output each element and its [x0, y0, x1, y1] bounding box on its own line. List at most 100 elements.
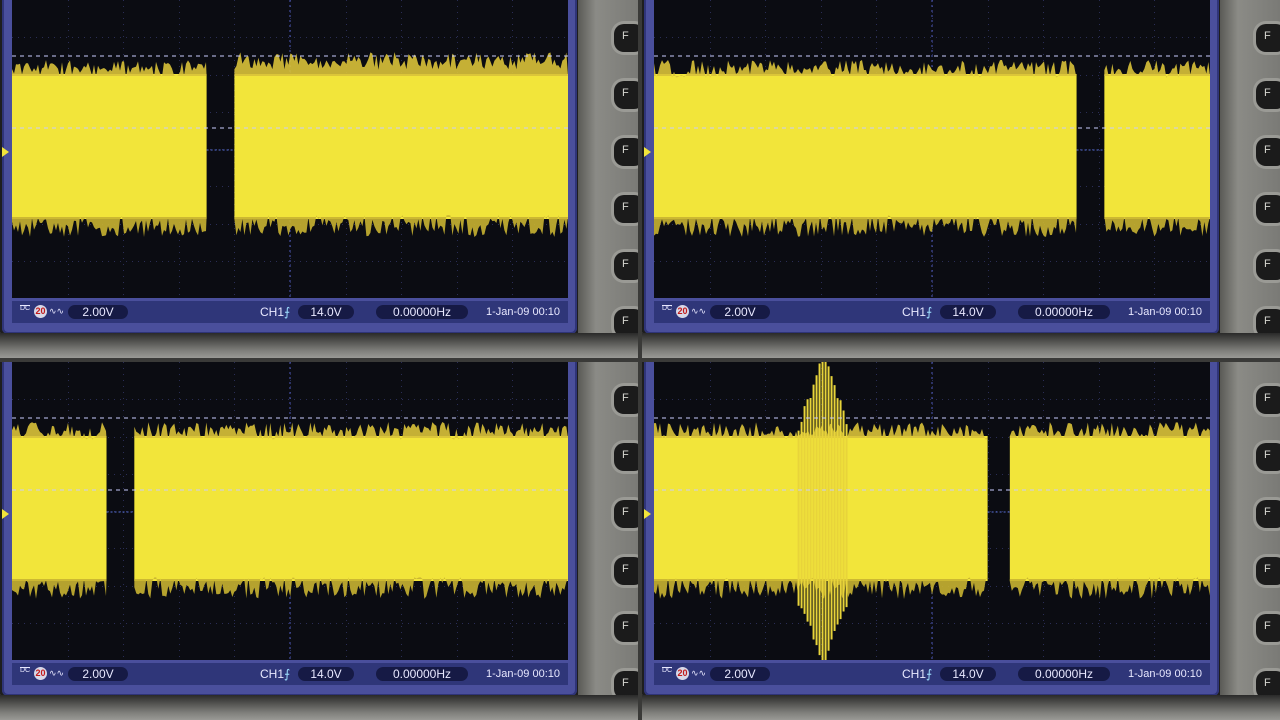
function-button-5[interactable]: F: [1256, 614, 1280, 642]
function-button-label: F: [1264, 87, 1271, 99]
bandwidth-limit-icon: 20: [34, 305, 47, 318]
bandwidth-limit-icon: 20: [34, 667, 47, 680]
trace-fill-segment: [654, 74, 1077, 219]
trace-fill-segment: [12, 436, 107, 581]
function-button-label: F: [622, 392, 629, 404]
channel1-marker-icon[interactable]: [2, 509, 9, 519]
trigger-slope-icon: ⨍: [926, 305, 932, 319]
function-button-1[interactable]: F: [614, 386, 638, 414]
signal-trace: [12, 422, 568, 599]
trace-noise-top: [654, 422, 988, 440]
trace-noise-bottom: [134, 577, 568, 599]
channel1-marker-icon[interactable]: [644, 147, 651, 157]
function-button-4[interactable]: F: [1256, 557, 1280, 585]
function-button-label: F: [622, 30, 629, 42]
trace-fill-segment: [234, 74, 568, 219]
function-button-2[interactable]: F: [1256, 443, 1280, 471]
trace-fill-segment: [654, 436, 988, 581]
function-button-label: F: [622, 201, 629, 213]
bottom-bezel: [0, 333, 638, 358]
trigger-source: CH1: [260, 667, 284, 681]
function-button-label: F: [622, 258, 629, 270]
function-button-3[interactable]: F: [614, 138, 638, 166]
function-button-label: F: [1264, 392, 1271, 404]
trigger-source: CH1: [902, 667, 926, 681]
function-button-label: F: [622, 677, 629, 689]
function-button-2[interactable]: F: [1256, 81, 1280, 109]
frequency-readout: 0.00000Hz: [1018, 667, 1110, 681]
scope-tile-2: DC 20 ∿∿ 2.00V CH1 ⨍ 14.0V 0.00000Hz 1-J…: [642, 0, 1280, 358]
trace-fill-segment: [134, 436, 568, 581]
waveform-screen: [654, 362, 1210, 660]
function-button-5[interactable]: F: [614, 252, 638, 280]
screen-bezel: DC 20 ∿∿ 2.00V CH1 ⨍ 14.0V 0.00000Hz 1-J…: [644, 0, 1219, 334]
frequency-readout: 0.00000Hz: [1018, 305, 1110, 319]
waveform-screen: [654, 0, 1210, 298]
invert-icon: ∿∿: [691, 305, 705, 317]
trigger-slope-icon: ⨍: [284, 305, 290, 319]
signal-trace: [12, 52, 568, 237]
bottom-bezel: [642, 695, 1280, 720]
trace-noise-bottom: [12, 216, 207, 237]
function-button-4[interactable]: F: [614, 195, 638, 223]
function-button-3[interactable]: F: [1256, 500, 1280, 528]
side-panel: F F F F F F: [1220, 0, 1280, 358]
datetime-readout: 1-Jan-09 00:10: [486, 667, 560, 681]
function-button-1[interactable]: F: [1256, 24, 1280, 52]
function-button-label: F: [1264, 506, 1271, 518]
function-button-5[interactable]: F: [1256, 252, 1280, 280]
coupling-icon: DC: [660, 305, 674, 318]
coupling-icon: DC: [18, 667, 32, 680]
scope-tile-1: DC 20 ∿∿ 2.00V CH1 ⨍ 14.0V 0.00000Hz 1-J…: [0, 0, 638, 358]
function-button-2[interactable]: F: [614, 81, 638, 109]
frequency-readout: 0.00000Hz: [376, 667, 468, 681]
trigger-source: CH1: [902, 305, 926, 319]
signal-trace: [654, 60, 1210, 237]
function-button-1[interactable]: F: [1256, 386, 1280, 414]
trigger-level-readout: 14.0V: [940, 667, 996, 681]
function-button-3[interactable]: F: [1256, 138, 1280, 166]
bandwidth-limit-icon: 20: [676, 305, 689, 318]
invert-icon: ∿∿: [49, 667, 63, 679]
trace-noise-top: [134, 422, 568, 440]
status-bar: DC 20 ∿∿ 2.00V CH1 ⨍ 14.0V 0.00000Hz 1-J…: [12, 301, 568, 323]
function-button-4[interactable]: F: [1256, 195, 1280, 223]
function-button-label: F: [1264, 449, 1271, 461]
waveform-display: [654, 0, 1210, 298]
volts-div-readout: 2.00V: [68, 667, 128, 681]
waveform-display: [12, 0, 568, 298]
volts-div-readout: 2.00V: [710, 667, 770, 681]
status-bar: DC 20 ∿∿ 2.00V CH1 ⨍ 14.0V 0.00000Hz 1-J…: [654, 301, 1210, 323]
function-button-3[interactable]: F: [614, 500, 638, 528]
function-button-label: F: [1264, 201, 1271, 213]
function-button-label: F: [1264, 30, 1271, 42]
datetime-readout: 1-Jan-09 00:10: [1128, 305, 1202, 319]
function-button-4[interactable]: F: [614, 557, 638, 585]
scope-tile-3: DC 20 ∿∿ 2.00V CH1 ⨍ 14.0V 0.00000Hz 1-J…: [0, 362, 638, 720]
trigger-level-readout: 14.0V: [298, 305, 354, 319]
frequency-readout: 0.00000Hz: [376, 305, 468, 319]
volts-div-readout: 2.00V: [68, 305, 128, 319]
screen-bezel: DC 20 ∿∿ 2.00V CH1 ⨍ 14.0V 0.00000Hz 1-J…: [2, 0, 577, 334]
bandwidth-limit-icon: 20: [676, 667, 689, 680]
function-button-label: F: [1264, 563, 1271, 575]
side-panel: F F F F F F: [578, 0, 638, 358]
function-button-5[interactable]: F: [614, 614, 638, 642]
trace-fill-segment: [1104, 74, 1210, 219]
trace-noise-bottom: [654, 577, 988, 599]
function-button-2[interactable]: F: [614, 443, 638, 471]
channel1-marker-icon[interactable]: [644, 509, 651, 519]
waveform-display: [12, 362, 568, 660]
trigger-level-readout: 14.0V: [940, 305, 996, 319]
status-bar: DC 20 ∿∿ 2.00V CH1 ⨍ 14.0V 0.00000Hz 1-J…: [12, 663, 568, 685]
scope-tile-4: DC 20 ∿∿ 2.00V CH1 ⨍ 14.0V 0.00000Hz 1-J…: [642, 362, 1280, 720]
channel1-marker-icon[interactable]: [2, 147, 9, 157]
datetime-readout: 1-Jan-09 00:10: [1128, 667, 1202, 681]
trigger-slope-icon: ⨍: [284, 667, 290, 681]
function-button-label: F: [622, 315, 629, 327]
bottom-bezel: [642, 333, 1280, 358]
status-bar: DC 20 ∿∿ 2.00V CH1 ⨍ 14.0V 0.00000Hz 1-J…: [654, 663, 1210, 685]
function-button-1[interactable]: F: [614, 24, 638, 52]
function-button-label: F: [1264, 258, 1271, 270]
signal-trace: [654, 422, 1210, 599]
